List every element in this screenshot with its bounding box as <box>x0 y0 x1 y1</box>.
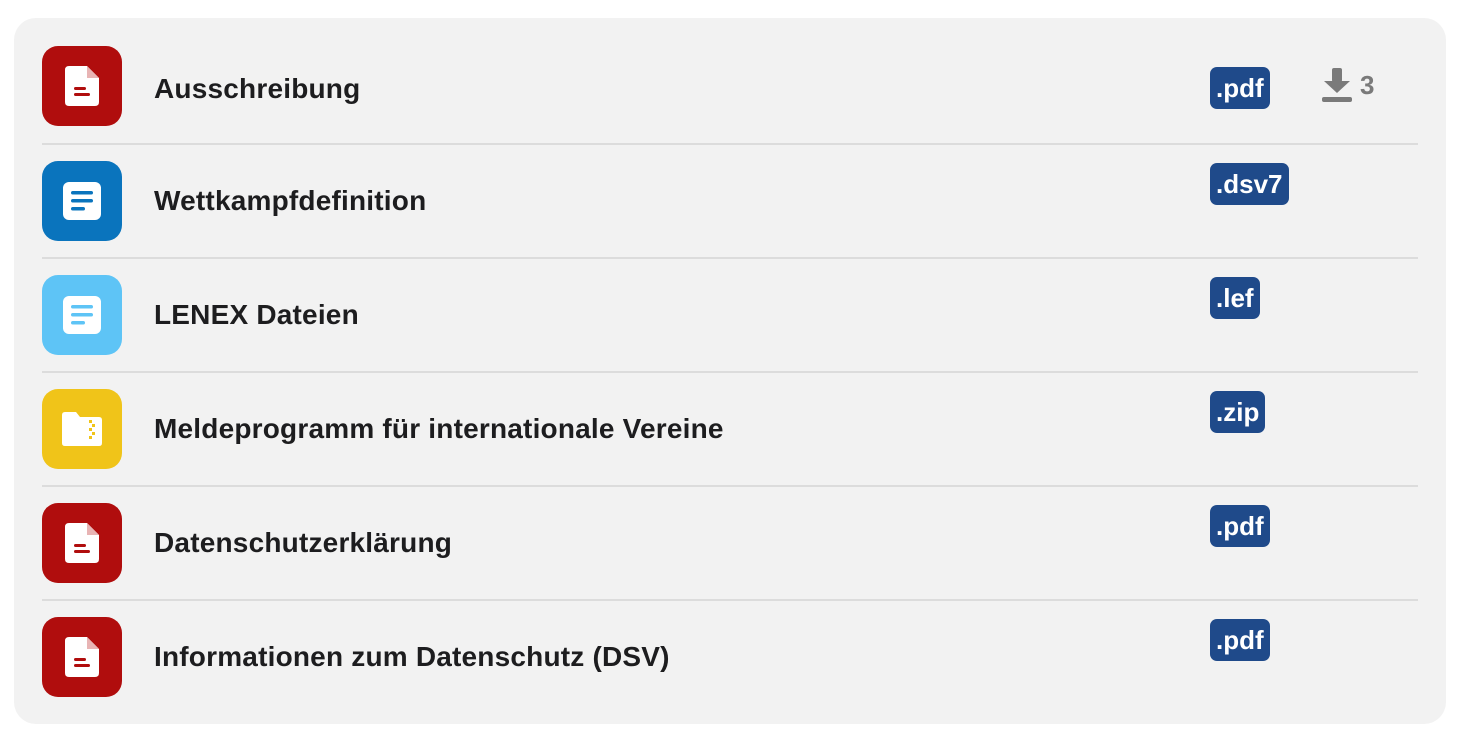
zip-folder-icon <box>42 389 122 469</box>
file-extension-badge: .dsv7 <box>1210 163 1289 205</box>
file-extension-badge: .pdf <box>1210 619 1270 661</box>
file-list-card: Ausschreibung .pdf 3 Wettkampfdefinition… <box>14 18 1446 724</box>
file-row-meldeprogramm[interactable]: Meldeprogramm für internationale Vereine… <box>42 371 1418 485</box>
file-name[interactable]: Wettkampfdefinition <box>154 145 426 257</box>
pdf-file-icon <box>42 617 122 697</box>
file-list: Ausschreibung .pdf 3 Wettkampfdefinition… <box>42 32 1418 713</box>
file-row-lenex-dateien[interactable]: LENEX Dateien .lef <box>42 257 1418 371</box>
download-count-value: 3 <box>1360 69 1375 100</box>
file-row-datenschutzerklaerung[interactable]: Datenschutzerklärung .pdf <box>42 485 1418 599</box>
text-file-icon <box>42 275 122 355</box>
file-extension-badge: .zip <box>1210 391 1266 433</box>
file-extension-badge: .lef <box>1210 277 1260 319</box>
file-row-informationen-datenschutz[interactable]: Informationen zum Datenschutz (DSV) .pdf <box>42 599 1418 713</box>
text-file-icon <box>42 161 122 241</box>
download-count[interactable]: 3 <box>1322 68 1374 102</box>
file-name[interactable]: Meldeprogramm für internationale Vereine <box>154 373 724 485</box>
file-extension-badge: .pdf <box>1210 67 1270 109</box>
pdf-file-icon <box>42 46 122 126</box>
file-row-ausschreibung[interactable]: Ausschreibung .pdf 3 <box>42 32 1418 143</box>
file-name[interactable]: Informationen zum Datenschutz (DSV) <box>154 601 670 713</box>
file-name[interactable]: Ausschreibung <box>154 32 360 143</box>
file-name[interactable]: LENEX Dateien <box>154 259 359 371</box>
file-name[interactable]: Datenschutzerklärung <box>154 487 452 599</box>
download-icon <box>1322 68 1352 102</box>
pdf-file-icon <box>42 503 122 583</box>
file-row-wettkampfdefinition[interactable]: Wettkampfdefinition .dsv7 <box>42 143 1418 257</box>
file-extension-badge: .pdf <box>1210 505 1270 547</box>
